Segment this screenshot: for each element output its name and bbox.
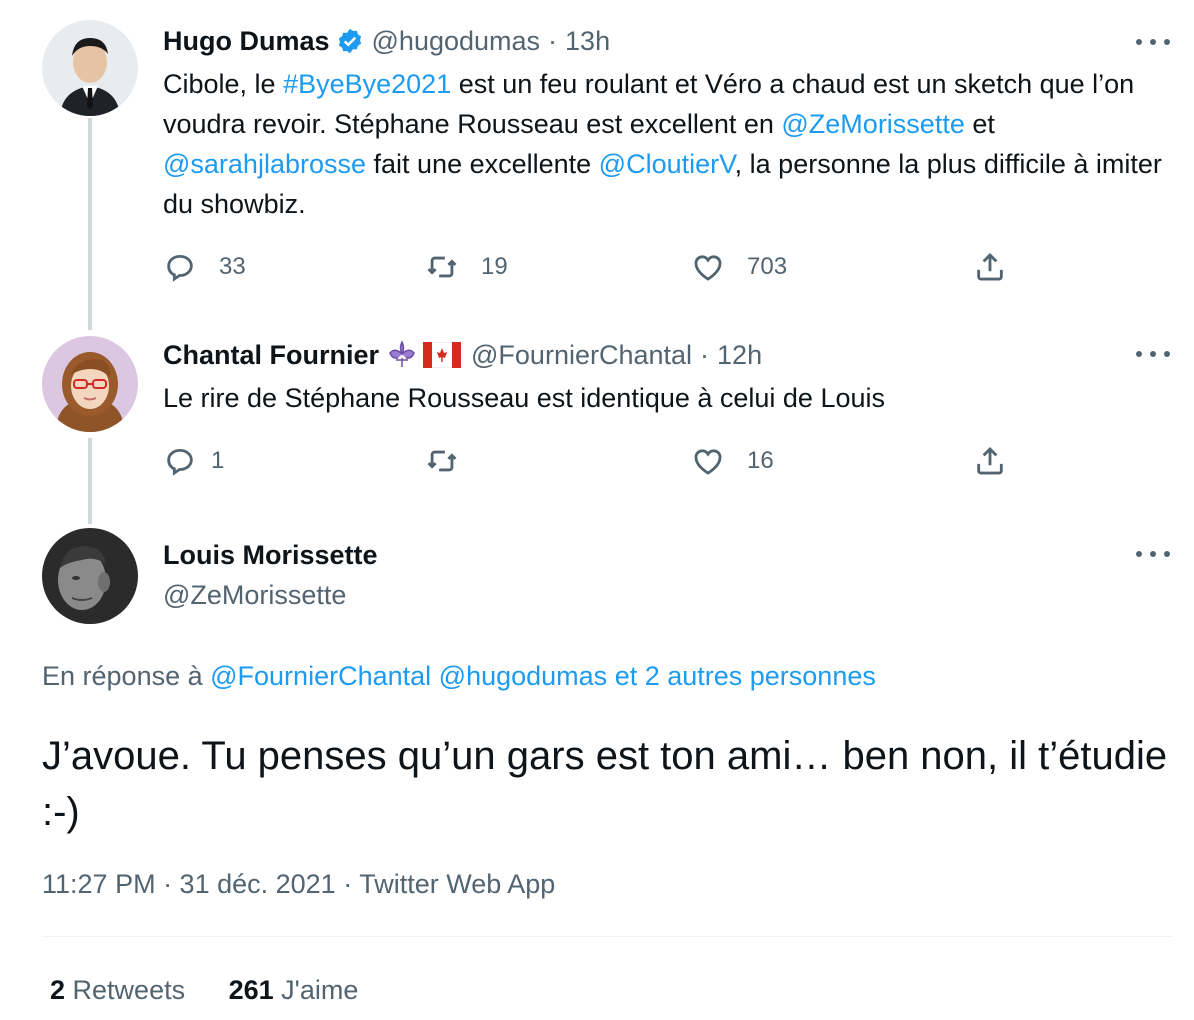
reply-icon bbox=[167, 448, 193, 476]
fleur-de-lis-and-flag-icon bbox=[385, 339, 462, 371]
reply-icon bbox=[167, 254, 193, 282]
tweet-actions: 33 19 703 bbox=[163, 250, 1023, 286]
mention-link[interactable]: @CloutierV bbox=[599, 149, 735, 179]
tweet-header: Chantal Fournier @FournierChantal · 12h bbox=[163, 338, 762, 372]
share-icon bbox=[977, 252, 1003, 281]
reply-count: 1 bbox=[211, 447, 225, 474]
tweet-actions: 1 16 bbox=[163, 444, 1023, 480]
tweet-text: Le rire de Stéphane Rousseau est identiq… bbox=[163, 383, 885, 413]
share-icon bbox=[977, 446, 1003, 475]
retweet-count: 19 bbox=[481, 253, 508, 280]
divider bbox=[42, 936, 1172, 937]
more-icon[interactable] bbox=[1136, 544, 1170, 564]
share-button[interactable] bbox=[973, 444, 1007, 478]
author-name[interactable]: Chantal Fournier bbox=[163, 338, 379, 372]
tweet-time[interactable]: 12h bbox=[717, 338, 762, 372]
reply-count: 33 bbox=[219, 253, 246, 280]
text-segment: fait une excellente bbox=[366, 149, 599, 179]
like-count: 16 bbox=[747, 447, 774, 474]
separator-dot: · bbox=[700, 340, 710, 370]
separator-dot: · bbox=[548, 26, 558, 56]
avatar[interactable] bbox=[42, 20, 138, 116]
retweet-button[interactable] bbox=[425, 444, 481, 478]
like-button[interactable]: 16 bbox=[691, 444, 774, 478]
author-name[interactable]: Hugo Dumas bbox=[163, 24, 330, 58]
reply-button[interactable]: 1 bbox=[163, 444, 224, 478]
more-icon[interactable] bbox=[1136, 344, 1170, 364]
retweet-button[interactable]: 19 bbox=[425, 250, 508, 284]
reply-button[interactable]: 33 bbox=[163, 250, 246, 284]
share-button[interactable] bbox=[973, 250, 1007, 284]
author-handle[interactable]: @hugodumas bbox=[372, 24, 541, 58]
author-handle[interactable]: @FournierChantal bbox=[471, 338, 692, 372]
engagement-stats: 2 Retweets 261 J'aime bbox=[50, 972, 358, 1008]
retweet-icon bbox=[427, 450, 457, 472]
more-icon[interactable] bbox=[1136, 32, 1170, 52]
text-segment: et bbox=[964, 109, 995, 139]
text-segment: Cibole, le bbox=[163, 69, 284, 99]
like-icon bbox=[694, 255, 722, 281]
tweet-header: Hugo Dumas @hugodumas · 13h bbox=[163, 24, 610, 58]
author-handle[interactable]: @ZeMorissette bbox=[163, 578, 346, 612]
verified-badge-icon bbox=[336, 27, 364, 55]
reply-context: En réponse à @FournierChantal @hugodumas… bbox=[42, 658, 876, 694]
reply-others-link[interactable]: et 2 autres personnes bbox=[615, 661, 876, 691]
reply-mention-link[interactable]: @hugodumas bbox=[439, 661, 608, 691]
likes-stat[interactable]: 261 J'aime bbox=[229, 975, 359, 1005]
hashtag-link[interactable]: #ByeBye2021 bbox=[283, 69, 451, 99]
like-icon bbox=[694, 449, 722, 475]
thread-line bbox=[88, 118, 92, 330]
like-button[interactable]: 703 bbox=[691, 250, 787, 284]
tweet-text: J’avoue. Tu penses qu’un gars est ton am… bbox=[42, 734, 1168, 834]
author-name[interactable]: Louis Morissette bbox=[163, 538, 378, 572]
like-count: 703 bbox=[747, 253, 788, 280]
tweet-text: Cibole, le #ByeBye2021 est un feu roulan… bbox=[163, 64, 1163, 224]
thread-line bbox=[88, 438, 92, 524]
avatar[interactable] bbox=[42, 528, 138, 624]
mention-link[interactable]: @ZeMorissette bbox=[781, 109, 964, 139]
retweets-stat[interactable]: 2 Retweets bbox=[50, 975, 185, 1005]
tweet-time[interactable]: 13h bbox=[565, 24, 610, 58]
retweet-icon bbox=[427, 256, 457, 278]
reply-mention-link[interactable]: @FournierChantal bbox=[210, 661, 431, 691]
tweet-metadata[interactable]: 11:27 PM · 31 déc. 2021 · Twitter Web Ap… bbox=[42, 866, 555, 902]
reply-prefix: En réponse à bbox=[42, 661, 211, 691]
avatar[interactable] bbox=[42, 336, 138, 432]
mention-link[interactable]: @sarahjlabrosse bbox=[163, 149, 366, 179]
